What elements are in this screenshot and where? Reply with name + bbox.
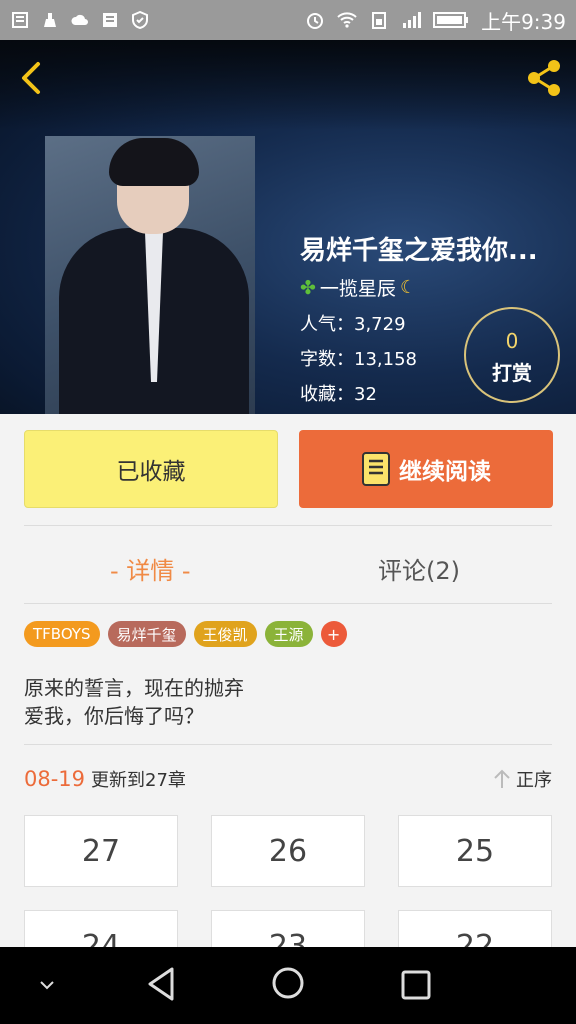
moon-icon: ☾ [399, 277, 417, 298]
battery-icon [433, 12, 469, 28]
chapter-grid: 27 26 25 24 23 22 [24, 815, 552, 947]
update-text: 更新到27章 [91, 770, 186, 791]
book-icon [362, 452, 390, 486]
author-label: 一揽星辰 [319, 278, 396, 300]
book-cover-image[interactable] [45, 136, 255, 414]
tag-item[interactable]: 王源 [264, 621, 313, 647]
shield-icon [132, 11, 148, 29]
divider [24, 603, 552, 604]
tag-item[interactable]: 易烊千玺 [107, 621, 186, 647]
share-icon[interactable] [522, 56, 566, 100]
tag-list: TFBOYS 易烊千玺 王俊凯 王源 + [24, 621, 347, 647]
popularity-stat: 人气：3,729 [300, 314, 406, 335]
book-description: 原来的誓言，现在的抛弃 爱我，你后悔了吗？ [24, 674, 552, 730]
chevron-left-icon[interactable] [14, 58, 50, 98]
tab-comments[interactable]: 评论(2) [378, 548, 460, 588]
chapter-item[interactable]: 24 [24, 910, 178, 947]
clover-icon: ✤ [300, 276, 316, 299]
chapter-item[interactable]: 26 [211, 815, 365, 887]
favorited-button[interactable]: 已收藏 [24, 430, 278, 508]
arrow-up-icon [494, 769, 510, 788]
author-name[interactable]: ✤ 一揽星辰 ☾ [300, 274, 416, 301]
tip-button[interactable]: 0 打赏 [464, 307, 560, 403]
sim-card-icon [372, 12, 387, 29]
status-time: 上午9:39 [481, 9, 566, 34]
home-circle-icon[interactable] [270, 965, 306, 1001]
collapse-icon[interactable] [36, 977, 58, 993]
recents-square-icon[interactable] [400, 969, 432, 1001]
description-line: 爱我，你后悔了吗？ [24, 704, 204, 728]
description-line: 原来的誓言，现在的抛弃 [24, 676, 244, 700]
continue-reading-button[interactable]: 继续阅读 [299, 430, 553, 508]
system-nav-bar [0, 947, 576, 1024]
tab-details[interactable]: - 详情 - [110, 548, 191, 588]
divider [24, 525, 552, 526]
continue-reading-label: 继续阅读 [399, 459, 491, 485]
back-triangle-icon[interactable] [144, 965, 178, 1003]
favorites-stat: 收藏：32 [300, 384, 377, 405]
update-date: 08-19 [24, 767, 86, 791]
tip-count: 0 [505, 329, 519, 353]
tag-item[interactable]: 王俊凯 [193, 621, 257, 647]
weather-icon [71, 14, 88, 25]
divider [24, 744, 552, 745]
book-title: 易烊千玺之爱我你... [300, 236, 538, 266]
sort-order-button[interactable]: 正序 [492, 766, 552, 792]
chapter-item[interactable]: 22 [398, 910, 552, 947]
alarm-icon [307, 13, 324, 29]
chapter-item[interactable]: 25 [398, 815, 552, 887]
word-count-stat: 字数：13,158 [300, 349, 417, 370]
status-bar: 上午9:39 [0, 0, 576, 40]
status-left-icons [10, 11, 150, 29]
chapter-item[interactable]: 27 [24, 815, 178, 887]
tip-label: 打赏 [492, 361, 532, 385]
tag-item[interactable]: TFBOYS [24, 621, 100, 647]
signal-icon [403, 12, 422, 28]
add-tag-button[interactable]: + [320, 621, 347, 647]
cleaner-icon [44, 13, 56, 27]
status-right-icons: 上午9:39 [305, 6, 566, 35]
sort-label: 正序 [516, 770, 552, 791]
app-icon [103, 13, 117, 27]
wifi-icon [337, 12, 357, 28]
chapter-item[interactable]: 23 [211, 910, 365, 947]
update-row: 08-19 更新到27章 正序 [24, 762, 552, 796]
book-header: 易烊千玺之爱我你... ✤ 一揽星辰 ☾ 人气：3,729 字数：13,158 … [0, 40, 576, 414]
sim-icon [12, 12, 28, 28]
action-bar: 已收藏 继续阅读 [0, 414, 576, 524]
